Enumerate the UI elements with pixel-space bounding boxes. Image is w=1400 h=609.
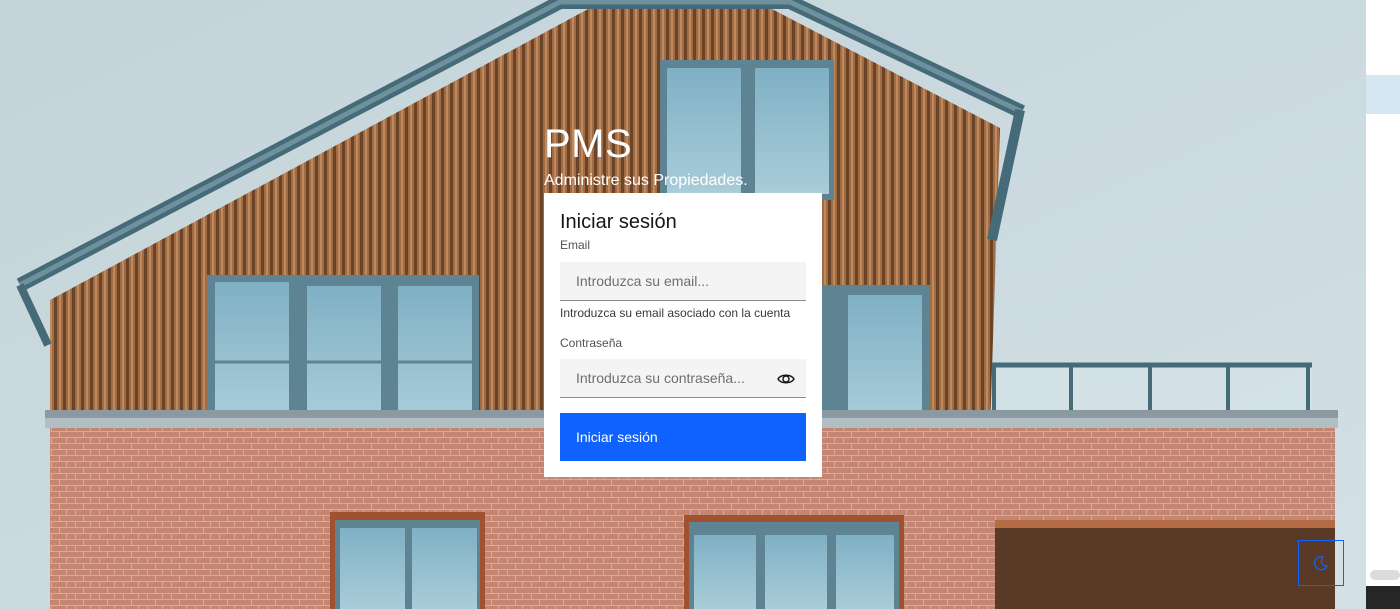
- horizontal-scrollbar[interactable]: [1370, 570, 1400, 580]
- eye-icon[interactable]: [776, 369, 796, 389]
- password-label: Contraseña: [560, 336, 623, 350]
- theme-toggle-button[interactable]: [1298, 540, 1344, 586]
- email-helper-text: Introduzca su email asociado con la cuen…: [560, 306, 791, 320]
- email-label: Email: [560, 238, 591, 252]
- login-heading: Iniciar sesión: [560, 211, 677, 233]
- email-placeholder: Introduzca su email...: [576, 273, 710, 289]
- brand-title: PMS: [544, 122, 633, 166]
- brand-header: PMS Administre sus Propiedades.: [544, 118, 748, 189]
- login-page: PMS Administre sus Propiedades. Iniciar …: [0, 0, 1366, 609]
- login-button-label: Iniciar sesión: [576, 429, 658, 445]
- side-bottom-bar: [1366, 586, 1400, 609]
- login-button[interactable]: Iniciar sesión: [560, 413, 806, 461]
- password-placeholder: Introduzca su contraseña...: [576, 370, 745, 386]
- email-field[interactable]: Introduzca su email...: [560, 262, 806, 301]
- brand-subtitle: Administre sus Propiedades.: [544, 172, 748, 189]
- side-highlight-bar: [1366, 75, 1400, 114]
- side-panel: [1366, 0, 1400, 609]
- password-field[interactable]: Introduzca su contraseña...: [560, 359, 806, 398]
- moon-icon: [1314, 556, 1329, 571]
- login-form: Iniciar sesión Email Introduzca su email…: [544, 193, 822, 477]
